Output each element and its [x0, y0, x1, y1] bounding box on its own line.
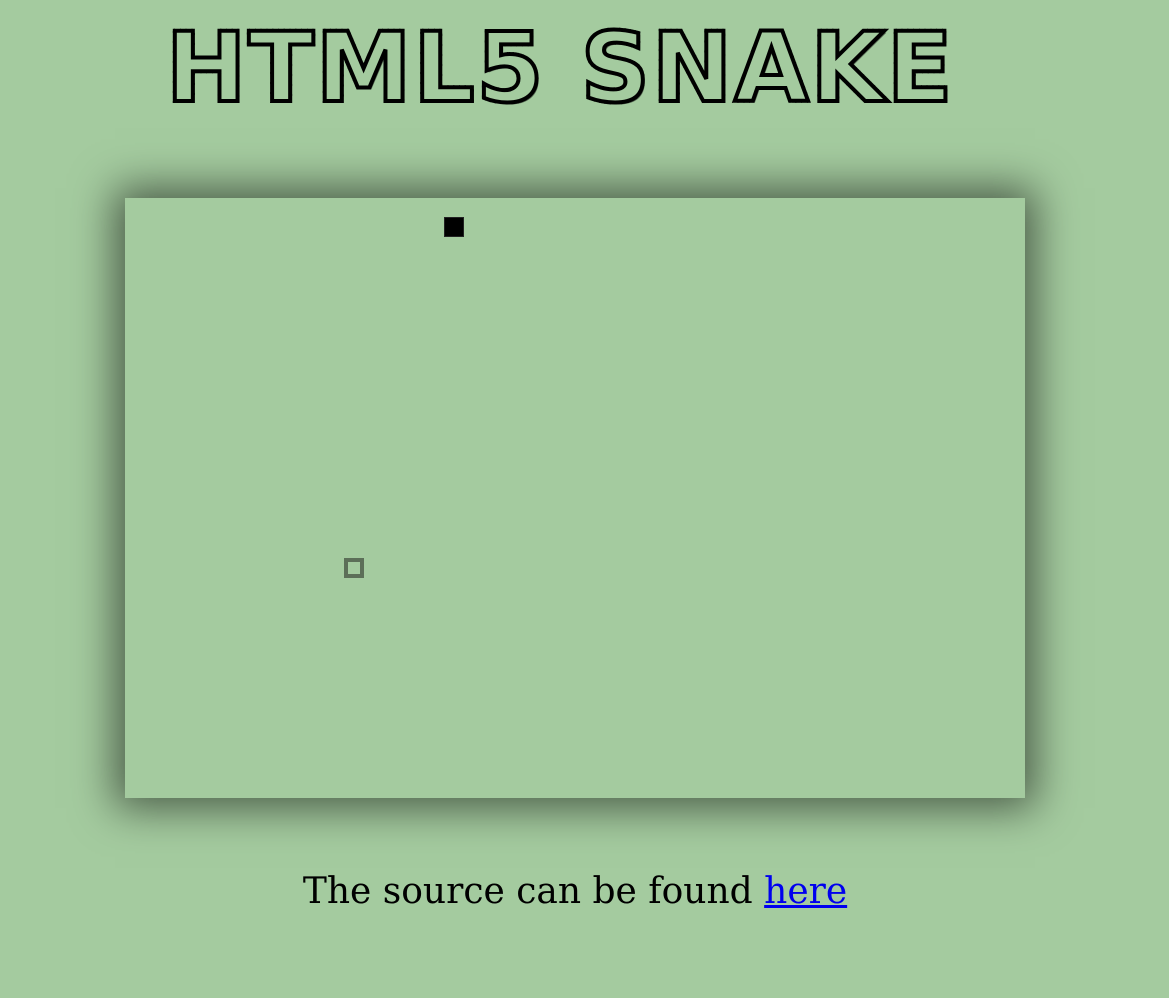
- source-link[interactable]: here: [764, 871, 847, 912]
- footer-text: The source can be found: [302, 871, 765, 912]
- game-canvas[interactable]: [125, 198, 1025, 798]
- food-pellet: [344, 558, 364, 578]
- source-footer: The source can be found here: [0, 868, 1150, 916]
- page-title: HTML5 SNAKE: [164, 12, 955, 124]
- snake-head: [444, 217, 464, 237]
